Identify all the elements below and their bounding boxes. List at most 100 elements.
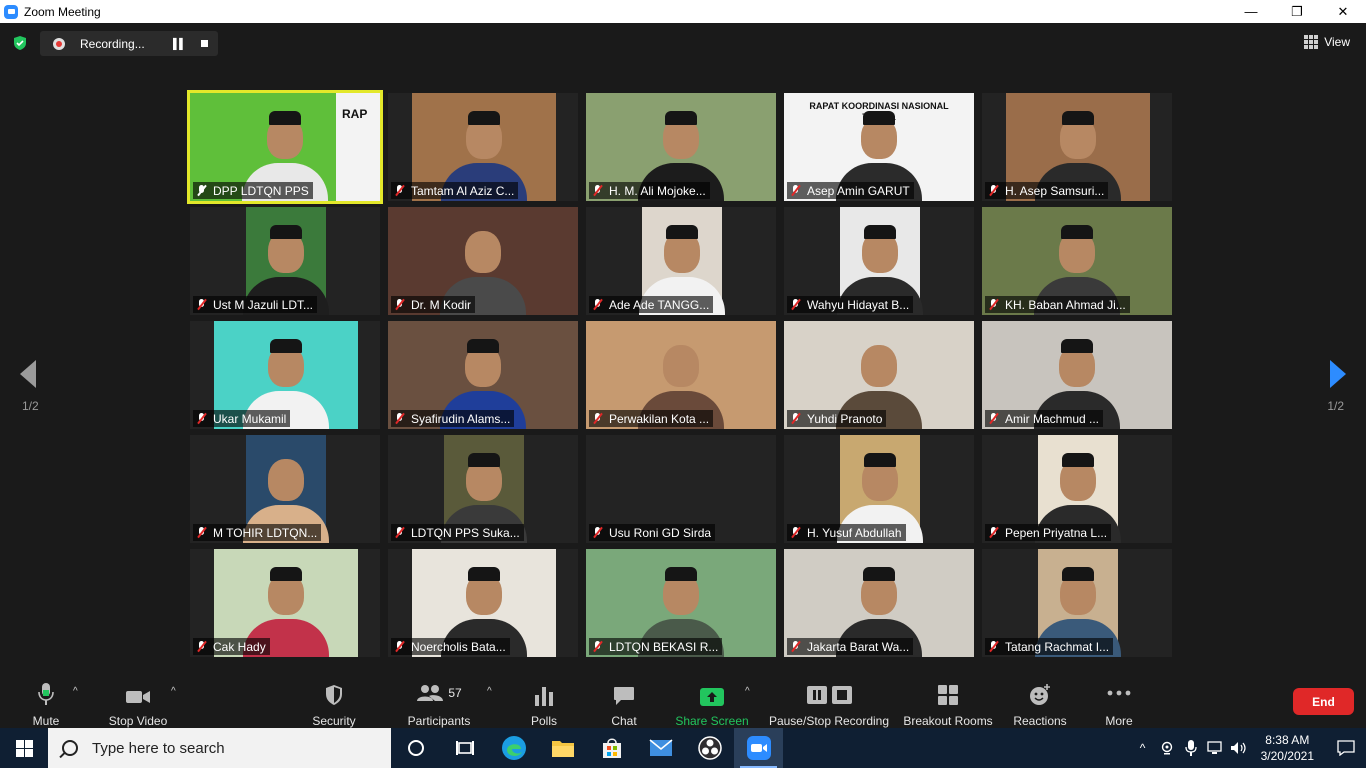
share-options-caret-icon[interactable]: ^ (745, 686, 750, 697)
participants-button[interactable]: 57 Participants (404, 674, 474, 728)
participant-name: Usu Roni GD Sirda (609, 525, 712, 540)
notification-center-icon[interactable] (1326, 740, 1366, 756)
network-tray-icon[interactable] (1203, 741, 1227, 755)
mic-muted-icon (790, 299, 801, 310)
page-indicator-right: 1/2 (1327, 399, 1344, 413)
more-label: More (1105, 714, 1133, 728)
participant-name-bar: Syafirudin Alams... (391, 410, 515, 427)
mic-muted-icon (394, 641, 405, 652)
taskbar-edge[interactable] (489, 728, 538, 768)
participants-icon (417, 685, 444, 701)
more-button[interactable]: More (1101, 674, 1137, 728)
recording-indicator: Recording... ▌▌ (40, 31, 218, 56)
pause-stop-recording-button[interactable]: Pause/Stop Recording (768, 674, 890, 728)
stop-recording-icon[interactable] (201, 40, 208, 47)
participant-tile[interactable]: Yuhdi Pranoto (784, 321, 974, 429)
start-button[interactable] (0, 728, 48, 768)
participant-tile[interactable]: Ade Ade TANGG... (586, 207, 776, 315)
taskbar-obs[interactable] (685, 728, 734, 768)
participant-name: KH. Baban Ahmad Ji... (1005, 297, 1126, 312)
taskbar-mail[interactable] (636, 728, 685, 768)
next-page-arrow-icon[interactable] (1330, 360, 1346, 388)
folder-icon (551, 741, 574, 757)
participant-tile[interactable]: Jakarta Barat Wa... (784, 549, 974, 657)
participant-tile[interactable]: LDTQN PPS Suka... (388, 435, 578, 543)
participant-name: Ust M Jazuli LDT... (213, 297, 314, 312)
close-button[interactable]: ✕ (1320, 0, 1366, 23)
mute-button[interactable]: Mute (29, 674, 63, 728)
share-screen-button[interactable]: Share Screen (675, 674, 749, 728)
participant-tile[interactable]: H. Asep Samsuri... (982, 93, 1172, 201)
taskbar-clock[interactable]: 8:38 AM 3/20/2021 (1261, 732, 1314, 764)
participant-name-bar: LDTQN BEKASI R... (589, 638, 723, 655)
task-view-button[interactable] (440, 728, 489, 768)
participant-tile[interactable]: RAPAT KOORDINASI NASIONALTA 2021Asep Ami… (784, 93, 974, 201)
view-button[interactable]: View (1304, 35, 1350, 49)
taskbar-file-explorer[interactable] (538, 728, 587, 768)
participant-tile[interactable]: M TOHIR LDTQN... (190, 435, 380, 543)
side-banner-text: RAP (342, 107, 368, 121)
end-meeting-button[interactable]: End (1293, 688, 1354, 715)
mic-muted-icon (988, 413, 999, 424)
participant-tile[interactable]: Usu Roni GD Sirda (586, 435, 776, 543)
participant-name-bar: Ust M Jazuli LDT... (193, 296, 318, 313)
participant-tile[interactable]: H. M. Ali Mojoke... (586, 93, 776, 201)
maximize-button[interactable]: ❐ (1274, 0, 1320, 23)
participant-name: Dr. M Kodir (411, 297, 472, 312)
encryption-shield-icon[interactable] (12, 35, 28, 51)
participant-tile[interactable]: Amir Machmud ... (982, 321, 1172, 429)
participant-name-bar: Asep Amin GARUT (787, 182, 914, 199)
participant-tile[interactable]: Syafirudin Alams... (388, 321, 578, 429)
participant-tile[interactable]: Dr. M Kodir (388, 207, 578, 315)
participant-tile[interactable]: KH. Baban Ahmad Ji... (982, 207, 1172, 315)
show-hidden-icons-caret-icon[interactable]: ^ (1131, 741, 1155, 755)
chat-button[interactable]: Chat (606, 674, 642, 728)
taskbar-search-box[interactable]: Type here to search (48, 728, 391, 768)
volume-tray-icon[interactable] (1227, 741, 1251, 755)
participant-name-bar: Dr. M Kodir (391, 296, 476, 313)
gallery-grid-icon (1304, 35, 1319, 49)
cortana-button[interactable] (391, 728, 440, 768)
security-button[interactable]: Security (310, 674, 358, 728)
participant-tile[interactable]: Cak Hady (190, 549, 380, 657)
participant-tile[interactable]: LDTQN BEKASI R... (586, 549, 776, 657)
reactions-button[interactable]: Reactions (1012, 674, 1068, 728)
mic-muted-icon (394, 299, 405, 310)
participant-tile[interactable]: Tamtam Al Aziz C... (388, 93, 578, 201)
participant-name-bar: Perwakilan Kota ... (589, 410, 714, 427)
participant-tile[interactable]: Ukar Mukamil (190, 321, 380, 429)
breakout-rooms-grid-icon (938, 685, 958, 705)
taskbar-store[interactable] (587, 728, 636, 768)
video-options-caret-icon[interactable]: ^ (171, 686, 176, 697)
stop-video-button[interactable]: Stop Video (105, 674, 171, 728)
microphone-tray-icon[interactable] (1179, 740, 1203, 756)
audio-options-caret-icon[interactable]: ^ (73, 686, 78, 697)
participant-name: LDTQN PPS Suka... (411, 525, 520, 540)
participant-tile[interactable]: Ust M Jazuli LDT... (190, 207, 380, 315)
mic-muted-icon (592, 641, 603, 652)
mic-muted-icon (196, 413, 207, 424)
participant-tile[interactable]: RAP DPP LDTQN PPS (187, 90, 383, 204)
participant-name-bar: KH. Baban Ahmad Ji... (985, 296, 1130, 313)
pause-recording-icon[interactable]: ▌▌ (173, 39, 186, 50)
participant-name: Yuhdi Pranoto (807, 411, 883, 426)
participant-tile[interactable]: H. Yusuf Abdullah (784, 435, 974, 543)
participant-tile[interactable]: Wahyu Hidayat B... (784, 207, 974, 315)
participants-options-caret-icon[interactable]: ^ (487, 686, 492, 697)
recording-label: Recording... (80, 36, 145, 51)
polls-bar-chart-icon (535, 687, 553, 706)
webcam-tray-icon[interactable] (1155, 741, 1179, 755)
taskbar-zoom[interactable] (734, 728, 783, 768)
participant-tile[interactable]: Noercholis Bata... (388, 549, 578, 657)
participant-tile[interactable]: Perwakilan Kota ... (586, 321, 776, 429)
minimize-button[interactable]: — (1228, 0, 1274, 23)
participant-tile[interactable]: Pepen Priyatna L... (982, 435, 1172, 543)
participant-tile[interactable]: Tatang Rachmat I... (982, 549, 1172, 657)
previous-page-arrow-icon[interactable] (20, 360, 36, 388)
participant-name: Wahyu Hidayat B... (807, 297, 910, 312)
breakout-rooms-button[interactable]: Breakout Rooms (902, 674, 994, 728)
mic-muted-icon (988, 527, 999, 538)
polls-button[interactable]: Polls (526, 674, 562, 728)
participant-name-bar: Ukar Mukamil (193, 410, 291, 427)
search-icon (62, 740, 78, 756)
